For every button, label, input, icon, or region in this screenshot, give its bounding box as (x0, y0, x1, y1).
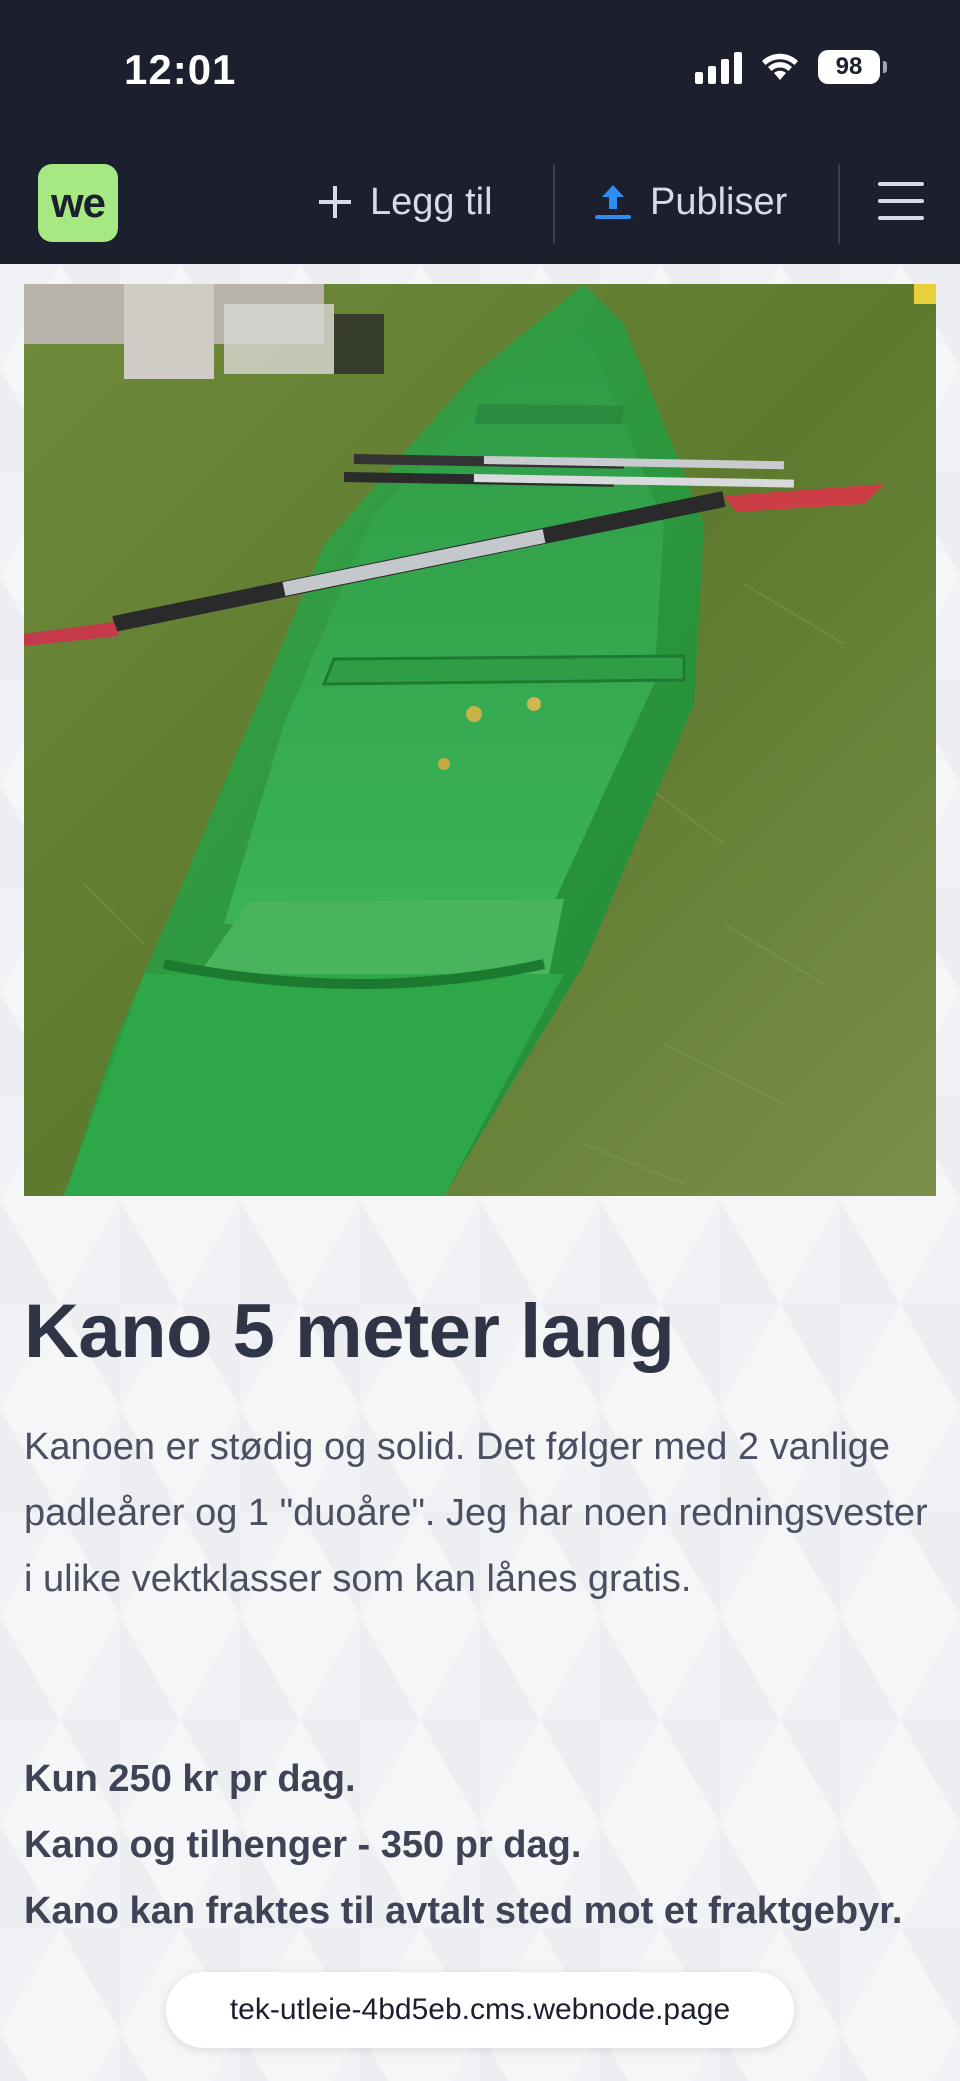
price-line: Kano kan fraktes til avtalt sted mot et … (24, 1890, 903, 1932)
wifi-icon (762, 53, 798, 80)
editor-toolbar: we Legg til Publiser (0, 140, 960, 264)
price-line: Kun 250 kr pr dag. (24, 1758, 356, 1800)
toolbar-divider (838, 164, 840, 244)
hamburger-menu-icon[interactable] (878, 182, 924, 220)
page-content: Kano 5 meter lang Kanoen er stødig og so… (0, 264, 960, 2081)
battery-icon: 98 (818, 50, 887, 84)
publish-button[interactable]: Publiser (592, 140, 787, 264)
price-line: Kano og tilhenger - 350 pr dag. (24, 1824, 582, 1866)
url-text: tek-utleie-4bd5eb.cms.webnode.page (229, 1993, 731, 2026)
add-button-label: Legg til (370, 180, 493, 223)
upload-icon (595, 185, 631, 219)
product-image (24, 284, 936, 1196)
add-button[interactable]: Legg til (316, 140, 493, 264)
status-bar: 12:01 98 (0, 0, 960, 140)
webnode-logo[interactable]: we (38, 164, 118, 242)
publish-button-label: Publiser (650, 180, 788, 223)
product-description: Kanoen er stødig og solid. Det følger me… (24, 1426, 928, 1600)
plus-icon (319, 186, 351, 218)
address-bar[interactable]: tek-utleie-4bd5eb.cms.webnode.page (166, 1972, 794, 2048)
canoe-photo (24, 284, 936, 1196)
status-time: 12:01 (124, 46, 237, 93)
product-title: Kano 5 meter lang (24, 1289, 675, 1374)
status-icons: 98 (695, 50, 887, 84)
price-info: Kun 250 kr pr dag. Kano og tilhenger - 3… (24, 1746, 936, 1944)
cellular-signal-icon (695, 50, 742, 84)
toolbar-divider (553, 164, 555, 244)
